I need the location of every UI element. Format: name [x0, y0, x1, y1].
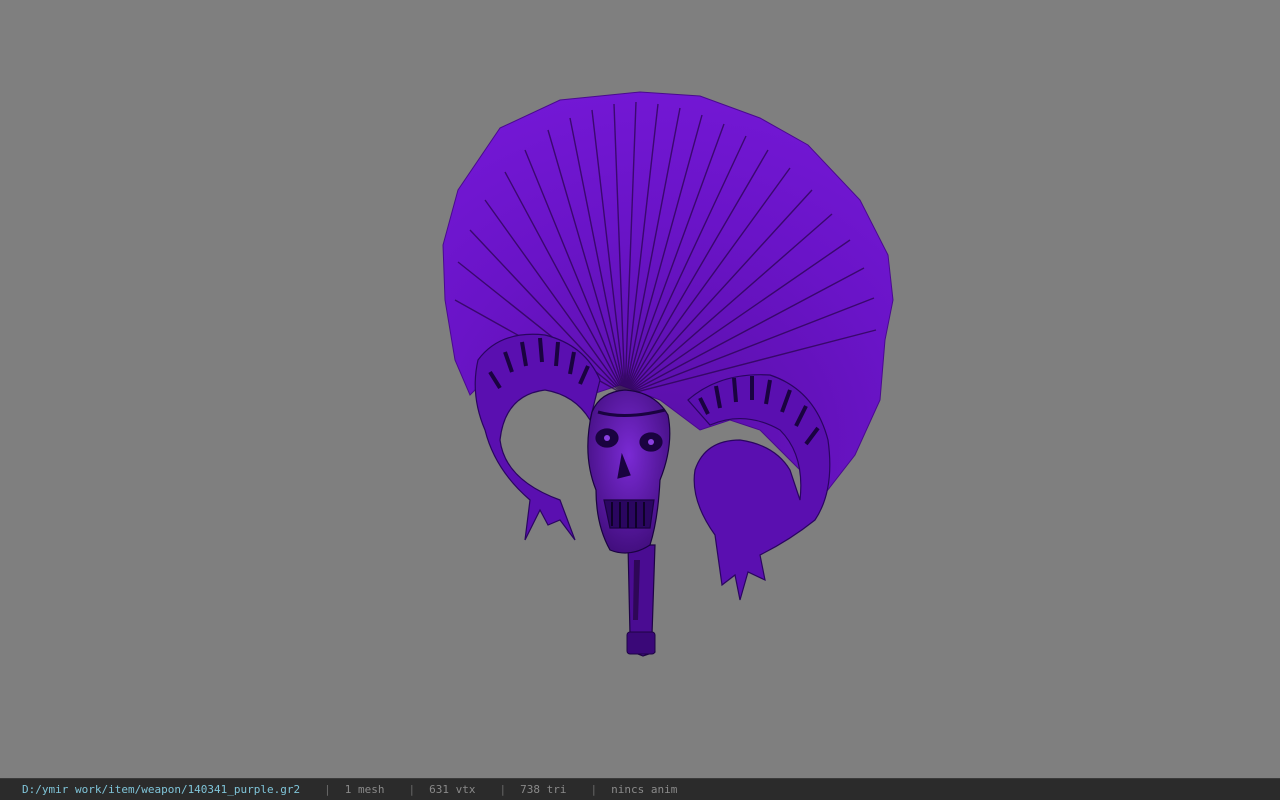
- separator: |: [324, 783, 331, 796]
- left-ornament: [474, 333, 601, 541]
- mesh-count: 1 mesh: [344, 783, 385, 796]
- animation-status: nincs anim: [611, 783, 678, 796]
- triangle-count: 738 tri: [520, 783, 567, 796]
- separator: |: [590, 783, 598, 796]
- file-path: D:/ymir work/item/weapon/140341_purple.g…: [22, 783, 301, 796]
- separator: |: [499, 783, 507, 796]
- right-ornament: [687, 374, 831, 601]
- weapon-model: [442, 91, 894, 657]
- separator: |: [408, 783, 416, 796]
- status-bar: D:/ymir work/item/weapon/140341_purple.g…: [0, 778, 1280, 800]
- model-viewport[interactable]: [0, 0, 1280, 778]
- vertex-count: 631 vtx: [429, 783, 476, 796]
- skull: [587, 389, 671, 554]
